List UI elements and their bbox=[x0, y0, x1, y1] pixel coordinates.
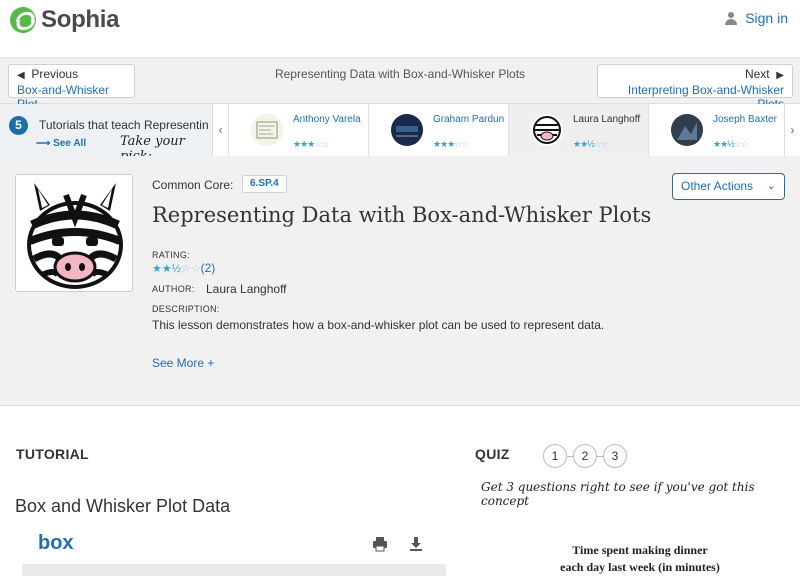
box-logo: box bbox=[38, 532, 74, 554]
tutorial-thumbnail-zebra bbox=[531, 114, 563, 146]
tutorial-thumbnail bbox=[391, 114, 423, 146]
rating-count: (2) bbox=[200, 261, 216, 275]
tutorial-count-badge: 5 bbox=[9, 116, 28, 135]
lesson-rating[interactable]: ★★½☆☆(2) bbox=[152, 261, 215, 275]
tutorial-author: Graham Pardun bbox=[433, 114, 505, 125]
previous-lesson-button[interactable]: ◀ Previous Box-and-Whisker Plot bbox=[8, 64, 135, 111]
see-all-label: See All bbox=[53, 138, 87, 149]
tutorial-thumbnail bbox=[251, 114, 283, 146]
take-your-pick-note: Take your pick: bbox=[120, 134, 185, 156]
quiz-heading: QUIZ bbox=[475, 446, 510, 462]
rating-stars: ★★★☆☆ bbox=[433, 139, 469, 149]
top-bar: Sophia Sign in bbox=[0, 0, 800, 58]
tutorial-card[interactable]: Anthony Varela ★★★☆☆ bbox=[228, 104, 368, 156]
chevron-left-icon: ‹ bbox=[218, 123, 223, 137]
sophia-logo[interactable]: Sophia bbox=[10, 6, 120, 34]
question-title-line2: each day last week (in minutes) bbox=[560, 560, 720, 574]
sign-in-link[interactable]: Sign in bbox=[725, 10, 788, 26]
print-icon[interactable] bbox=[372, 536, 388, 552]
chevron-right-icon: › bbox=[790, 123, 795, 137]
lesson-description: This lesson demonstrates how a box-and-w… bbox=[152, 318, 605, 332]
lesson-title: Representing Data with Box-and-Whisker P… bbox=[152, 203, 652, 227]
tutorial-author: Laura Langhoff bbox=[573, 114, 641, 125]
quiz-step: 2 bbox=[567, 444, 597, 468]
download-icon[interactable] bbox=[408, 536, 424, 552]
tutorial-thumbnail bbox=[671, 114, 703, 146]
next-lesson-button[interactable]: Next ▶ Interpreting Box-and-Whisker Plot… bbox=[597, 64, 793, 111]
rating-stars: ★★½☆☆ bbox=[713, 139, 749, 149]
tutorials-label: Tutorials that teach Representing Data w… bbox=[39, 118, 209, 132]
sign-in-label: Sign in bbox=[745, 10, 788, 26]
embed-toolbar-divider bbox=[22, 564, 446, 576]
zebra-avatar bbox=[15, 174, 133, 292]
tutorial-author: Joseph Baxter bbox=[713, 114, 777, 125]
tutorial-heading: TUTORIAL bbox=[16, 446, 89, 462]
other-actions-dropdown[interactable]: Other Actions ⌄ bbox=[672, 173, 785, 200]
question-title-line1: Time spent making dinner bbox=[572, 543, 708, 557]
lesson-nav-bar: ◀ Previous Box-and-Whisker Plot Represen… bbox=[0, 58, 800, 111]
carousel-prev-button[interactable]: ‹ bbox=[212, 104, 228, 156]
tutorial-author: Anthony Varela bbox=[293, 114, 361, 125]
person-icon bbox=[725, 11, 738, 25]
description-label: DESCRIPTION: bbox=[152, 304, 220, 314]
tutorials-summary: 5 Tutorials that teach Representing Data… bbox=[0, 104, 212, 156]
content-title: Box and Whisker Plot Data bbox=[15, 496, 231, 516]
chevron-left-icon: ◀ bbox=[17, 70, 25, 81]
quiz-step: 1 bbox=[543, 444, 567, 468]
current-lesson-title: Representing Data with Box-and-Whisker P… bbox=[274, 67, 526, 81]
carousel-next-button[interactable]: › bbox=[784, 104, 800, 156]
tutorial-card-selected[interactable]: Laura Langhoff ★★½☆☆ bbox=[508, 104, 648, 156]
common-core-badge[interactable]: 6.SP.4 bbox=[242, 175, 287, 193]
chevron-down-icon: ⌄ bbox=[766, 180, 776, 192]
author-name: Laura Langhoff bbox=[206, 282, 287, 296]
box-embed-panel: box bbox=[22, 526, 446, 576]
previous-label: Previous bbox=[31, 67, 79, 81]
quiz-step: 3 bbox=[597, 444, 627, 468]
tutorial-card[interactable]: Graham Pardun ★★★☆☆ bbox=[368, 104, 508, 156]
other-actions-label: Other Actions bbox=[681, 179, 754, 193]
next-label: Next bbox=[744, 67, 770, 81]
quiz-progress: 1 2 3 bbox=[543, 444, 633, 468]
arrow-right-icon: ⟶ bbox=[36, 138, 51, 149]
tutorials-carousel: 5 Tutorials that teach Representing Data… bbox=[0, 104, 800, 156]
tutorial-card[interactable]: Joseph Baxter ★★½☆☆ bbox=[648, 104, 788, 156]
see-all-link[interactable]: ⟶ See All bbox=[36, 138, 86, 149]
quiz-note: Get 3 questions right to see if you've g… bbox=[481, 480, 755, 508]
common-core-label: Common Core: bbox=[152, 178, 234, 192]
rating-stars: ★★★☆☆ bbox=[293, 139, 329, 149]
lesson-header: Common Core: 6.SP.4 Representing Data wi… bbox=[0, 156, 800, 406]
rating-label: RATING: bbox=[152, 250, 190, 260]
rating-stars: ★★½☆☆ bbox=[573, 139, 609, 149]
sophia-logo-icon bbox=[10, 7, 36, 33]
brand-name: Sophia bbox=[41, 6, 120, 33]
author-label: AUTHOR: bbox=[152, 284, 195, 294]
rating-stars: ★★½☆☆ bbox=[152, 263, 201, 275]
see-more-link[interactable]: See More + bbox=[152, 356, 214, 370]
chevron-right-icon: ▶ bbox=[776, 70, 784, 81]
